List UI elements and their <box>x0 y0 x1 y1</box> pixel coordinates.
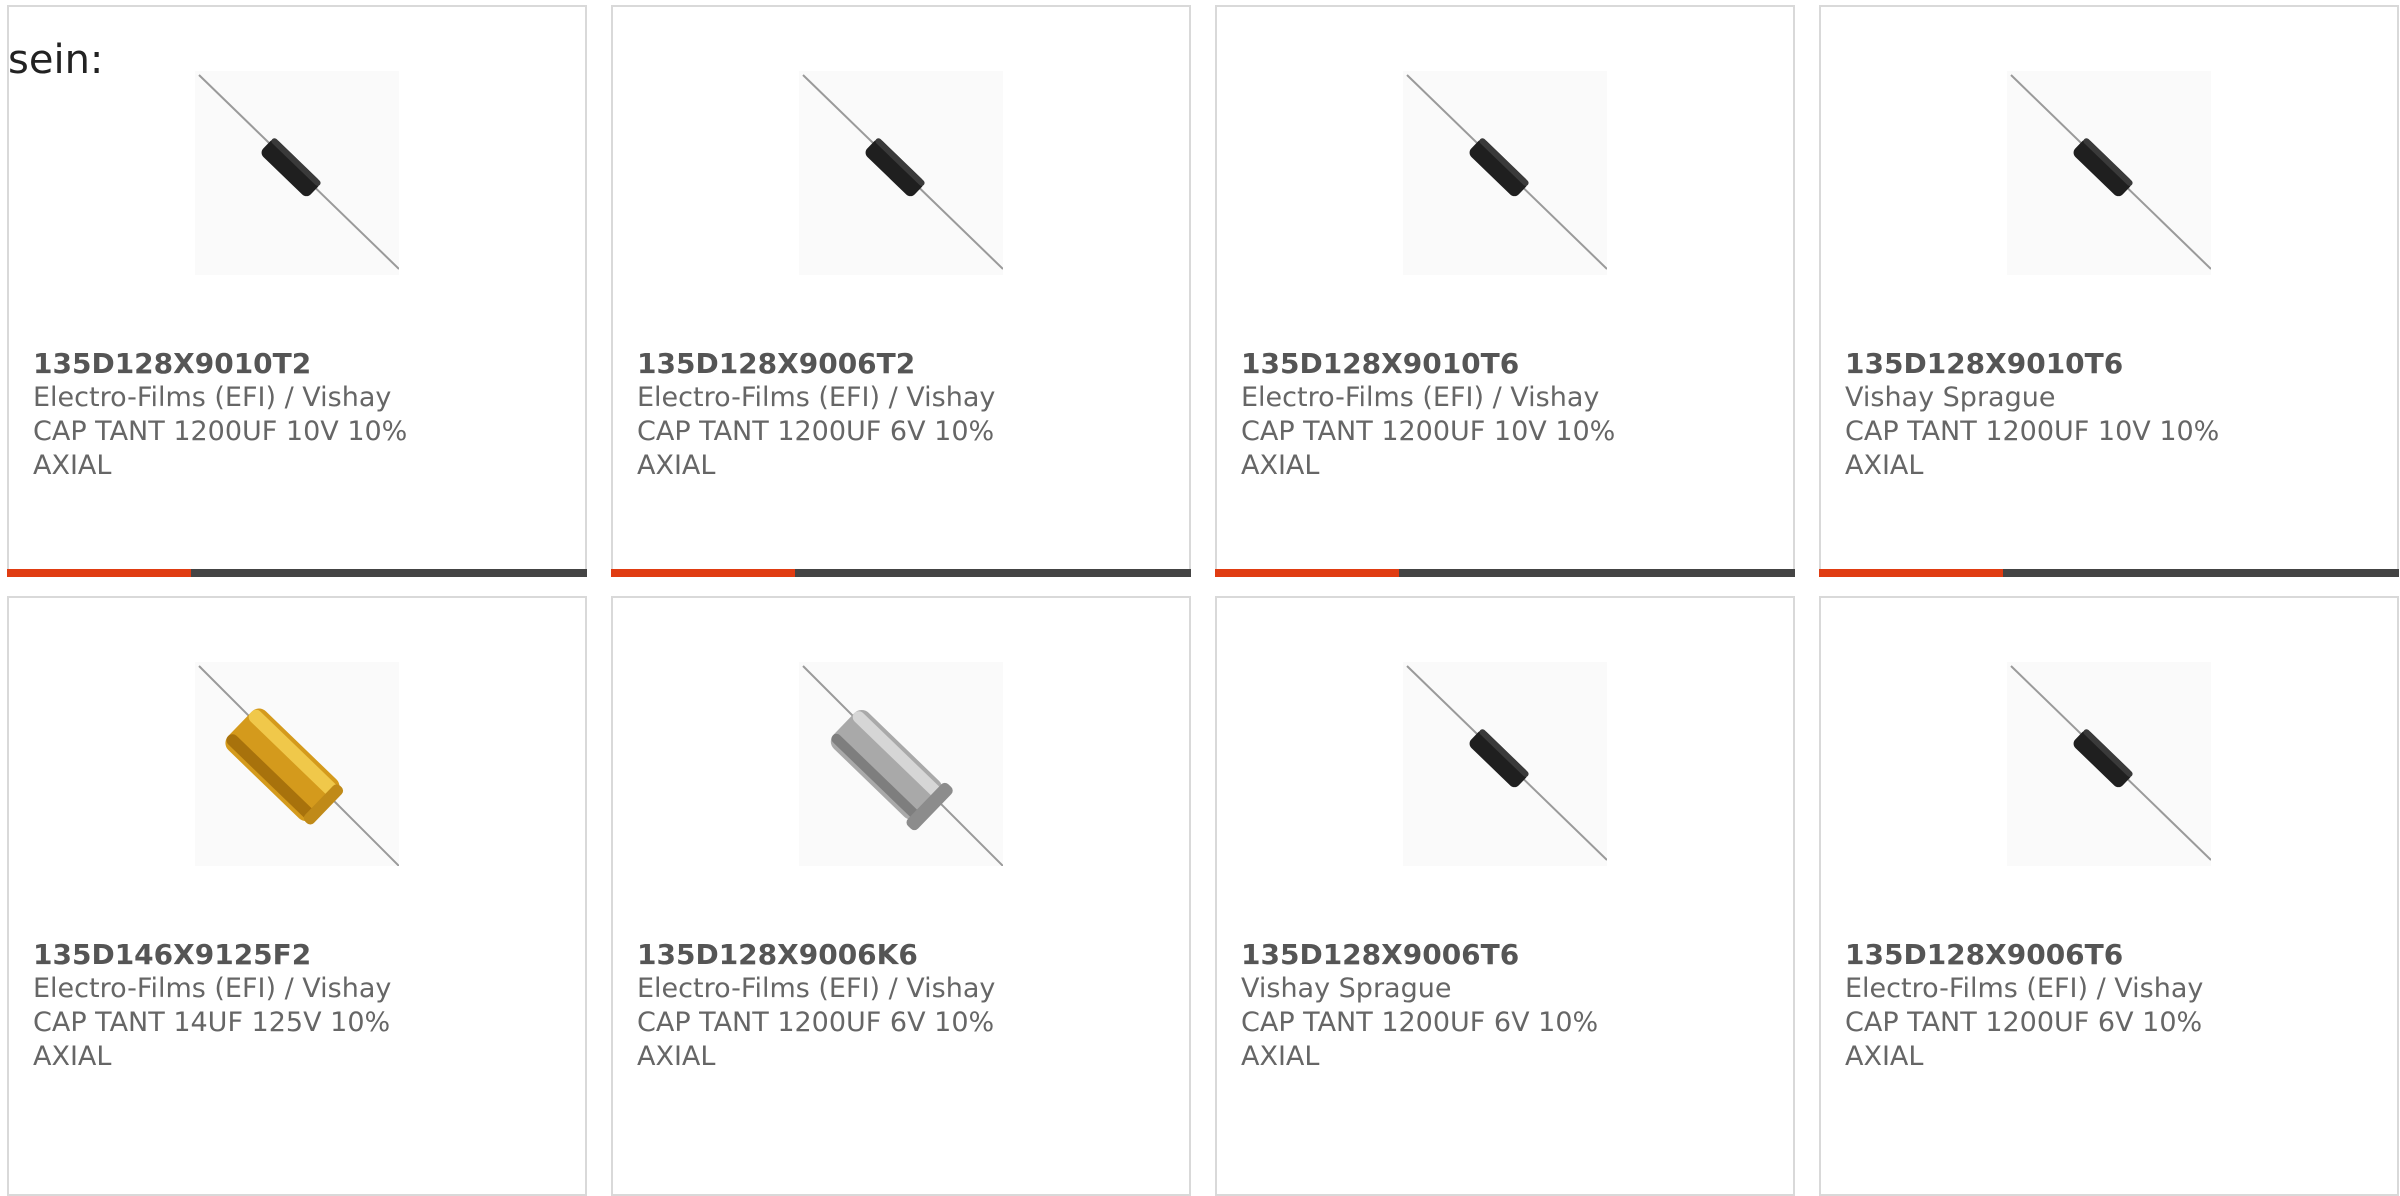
part-number-link[interactable]: 135D128X9006K6 <box>637 938 1057 972</box>
product-card[interactable]: 135D146X9125F2 Electro-Films (EFI) / Vis… <box>7 596 587 1196</box>
manufacturer: Electro-Films (EFI) / Vishay <box>1241 382 1600 413</box>
product-info: 135D128X9010T6 Electro-Films (EFI) / Vis… <box>1241 347 1661 483</box>
product-info: 135D128X9006T6 Electro-Films (EFI) / Vis… <box>1845 938 2265 1074</box>
product-info: 135D128X9006K6 Electro-Films (EFI) / Vis… <box>637 938 1057 1074</box>
part-number-link[interactable]: 135D128X9006T2 <box>637 347 1057 381</box>
manufacturer: Electro-Films (EFI) / Vishay <box>637 973 996 1004</box>
product-card[interactable]: 135D128X9010T6 Vishay Sprague CAP TANT 1… <box>1819 5 2399 577</box>
part-number-link[interactable]: 135D128X9006T6 <box>1241 938 1661 972</box>
black-axial-capacitor-icon <box>195 71 399 275</box>
product-card[interactable]: 135D128X9006K6 Electro-Films (EFI) / Vis… <box>611 596 1191 1196</box>
product-info: 135D128X9010T6 Vishay Sprague CAP TANT 1… <box>1845 347 2265 483</box>
card-footer-bar <box>1819 569 2399 577</box>
black-axial-capacitor-icon <box>799 71 1003 275</box>
black-axial-capacitor-icon <box>2007 662 2211 866</box>
description: CAP TANT 1200UF 6V 10% AXIAL <box>637 416 995 481</box>
manufacturer: Vishay Sprague <box>1241 973 1452 1004</box>
part-number-link[interactable]: 135D128X9006T6 <box>1845 938 2265 972</box>
manufacturer: Electro-Films (EFI) / Vishay <box>33 382 392 413</box>
description: CAP TANT 1200UF 6V 10% AXIAL <box>637 1007 995 1072</box>
part-number-link[interactable]: 135D128X9010T6 <box>1845 347 2265 381</box>
black-axial-capacitor-icon <box>1403 71 1607 275</box>
intro-text: sein: <box>8 37 104 83</box>
silver-axial-capacitor-icon <box>799 662 1003 866</box>
card-accent-bar <box>611 569 795 577</box>
card-footer-bar <box>7 569 587 577</box>
manufacturer: Electro-Films (EFI) / Vishay <box>637 382 996 413</box>
card-footer-bar <box>1215 569 1795 577</box>
part-number-link[interactable]: 135D128X9010T6 <box>1241 347 1661 381</box>
card-footer-bar <box>611 569 1191 577</box>
product-info: 135D128X9010T2 Electro-Films (EFI) / Vis… <box>33 347 453 483</box>
black-axial-capacitor-icon <box>2007 71 2211 275</box>
description: CAP TANT 1200UF 6V 10% AXIAL <box>1241 1007 1599 1072</box>
card-accent-bar <box>7 569 191 577</box>
product-card[interactable]: 135D128X9006T6 Electro-Films (EFI) / Vis… <box>1819 596 2399 1196</box>
part-number-link[interactable]: 135D128X9010T2 <box>33 347 453 381</box>
manufacturer: Vishay Sprague <box>1845 382 2056 413</box>
product-info: 135D128X9006T6 Vishay Sprague CAP TANT 1… <box>1241 938 1661 1074</box>
product-card[interactable]: 135D128X9006T6 Vishay Sprague CAP TANT 1… <box>1215 596 1795 1196</box>
manufacturer: Electro-Films (EFI) / Vishay <box>1845 973 2204 1004</box>
product-grid: 135D128X9010T2 Electro-Films (EFI) / Vis… <box>0 0 2400 1196</box>
product-info: 135D128X9006T2 Electro-Films (EFI) / Vis… <box>637 347 1057 483</box>
product-card[interactable]: 135D128X9006T2 Electro-Films (EFI) / Vis… <box>611 5 1191 577</box>
card-accent-bar <box>1819 569 2003 577</box>
manufacturer: Electro-Films (EFI) / Vishay <box>33 973 392 1004</box>
part-number-link[interactable]: 135D146X9125F2 <box>33 938 453 972</box>
description: CAP TANT 1200UF 6V 10% AXIAL <box>1845 1007 2203 1072</box>
description: CAP TANT 1200UF 10V 10% AXIAL <box>1241 416 1616 481</box>
product-info: 135D146X9125F2 Electro-Films (EFI) / Vis… <box>33 938 453 1074</box>
description: CAP TANT 14UF 125V 10% AXIAL <box>33 1007 391 1072</box>
product-card[interactable]: 135D128X9010T6 Electro-Films (EFI) / Vis… <box>1215 5 1795 577</box>
product-card[interactable]: 135D128X9010T2 Electro-Films (EFI) / Vis… <box>7 5 587 577</box>
card-accent-bar <box>1215 569 1399 577</box>
description: CAP TANT 1200UF 10V 10% AXIAL <box>1845 416 2220 481</box>
black-axial-capacitor-icon <box>1403 662 1607 866</box>
amber-axial-capacitor-icon <box>195 662 399 866</box>
description: CAP TANT 1200UF 10V 10% AXIAL <box>33 416 408 481</box>
